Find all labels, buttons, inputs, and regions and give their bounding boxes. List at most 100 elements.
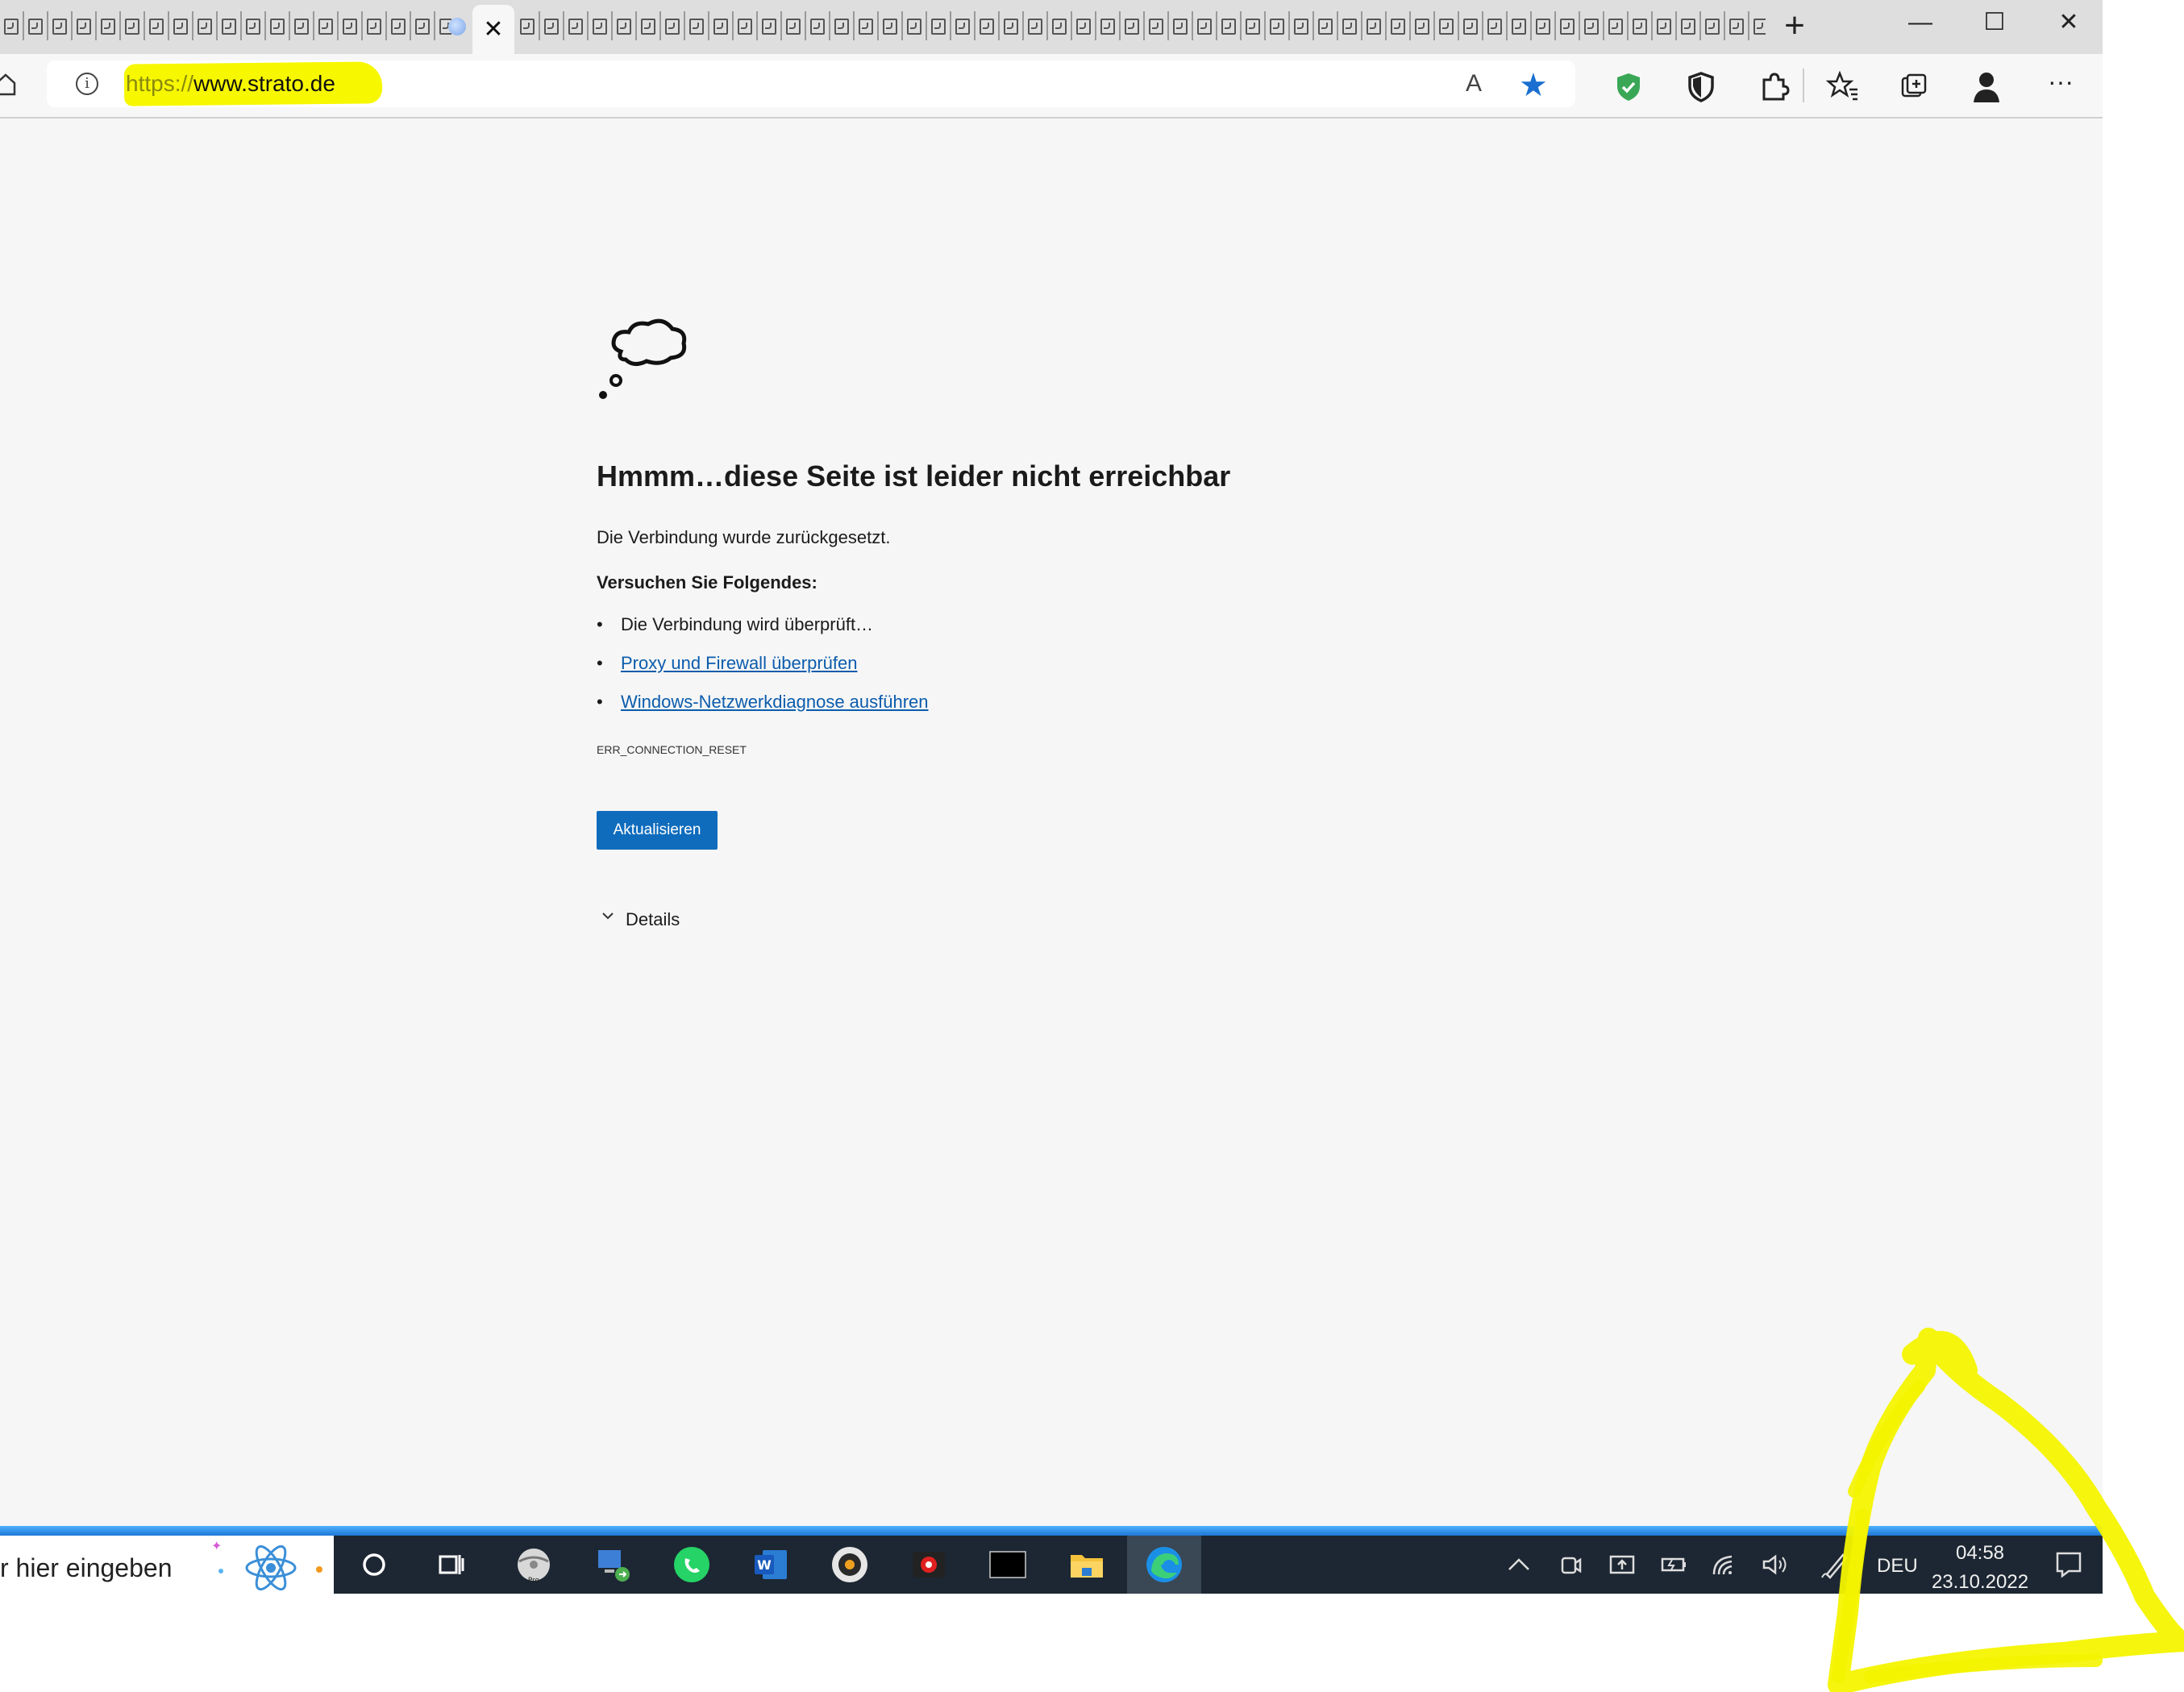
whatsapp-icon[interactable] [669, 1542, 714, 1587]
new-tab-button[interactable]: + [1777, 8, 1812, 44]
background-tab[interactable] [1387, 11, 1411, 40]
collections-icon[interactable] [1891, 64, 1936, 109]
volume-icon[interactable] [1758, 1547, 1793, 1582]
task-view-icon[interactable] [429, 1542, 474, 1587]
input-language[interactable]: DEU [1877, 1555, 1918, 1578]
cortana-icon[interactable] [352, 1542, 397, 1587]
background-tab[interactable] [193, 11, 218, 40]
proxy-firewall-link[interactable]: Proxy und Firewall überprüfen [621, 653, 857, 673]
background-tab[interactable] [1338, 11, 1362, 40]
background-tab[interactable] [0, 11, 24, 40]
background-tab[interactable] [97, 11, 121, 40]
background-tab[interactable] [1000, 11, 1024, 40]
background-tab[interactable] [806, 11, 830, 40]
background-tab[interactable] [1653, 11, 1677, 40]
background-tab[interactable] [24, 11, 48, 40]
background-tab[interactable] [1193, 11, 1217, 40]
extensions-icon[interactable] [1751, 64, 1796, 109]
background-tab[interactable] [145, 11, 169, 40]
background-tab[interactable] [1048, 11, 1072, 40]
background-tab[interactable] [1024, 11, 1048, 40]
shield-check-icon[interactable] [1606, 64, 1651, 109]
favorite-star-icon[interactable]: ★ [1519, 67, 1548, 104]
background-tab[interactable] [169, 11, 193, 40]
background-tab[interactable] [1242, 11, 1266, 40]
home-icon[interactable] [0, 72, 16, 96]
word-icon[interactable]: W [748, 1542, 793, 1587]
refresh-button[interactable]: Aktualisieren [597, 811, 718, 850]
terminal-icon[interactable] [985, 1542, 1030, 1587]
background-tab[interactable] [879, 11, 903, 40]
background-tab[interactable] [1701, 11, 1725, 40]
background-tab[interactable] [339, 11, 363, 40]
background-tab[interactable] [540, 11, 564, 40]
background-tab[interactable] [387, 11, 411, 40]
background-tab[interactable] [1411, 11, 1435, 40]
background-tab[interactable] [1532, 11, 1556, 40]
background-tab[interactable] [951, 11, 976, 40]
background-tab[interactable] [121, 11, 145, 40]
background-tab[interactable] [1629, 11, 1653, 40]
edge-icon[interactable] [1142, 1542, 1187, 1587]
background-tab[interactable] [1483, 11, 1508, 40]
background-tab[interactable] [1677, 11, 1701, 40]
clock-time[interactable]: 04:58 [1935, 1542, 2025, 1565]
background-tab[interactable] [218, 11, 242, 40]
background-tab[interactable] [242, 11, 266, 40]
background-tab[interactable] [903, 11, 927, 40]
background-tab[interactable] [1508, 11, 1532, 40]
background-tab[interactable] [1580, 11, 1604, 40]
camera-record-icon[interactable] [906, 1542, 951, 1587]
details-toggle[interactable]: Details [601, 909, 680, 930]
remote-desktop-icon[interactable] [590, 1542, 635, 1587]
network-diagnostics-link[interactable]: Windows-Netzwerkdiagnose ausführen [621, 692, 929, 712]
minimize-button[interactable]: — [1896, 3, 1945, 42]
background-tab[interactable] [685, 11, 709, 40]
background-tab[interactable] [976, 11, 1000, 40]
background-tab[interactable] [1556, 11, 1580, 40]
camera-icon[interactable] [1553, 1547, 1588, 1582]
battery-icon[interactable] [1656, 1547, 1691, 1582]
media-player-icon[interactable] [827, 1542, 872, 1587]
clock-date[interactable]: 23.10.2022 [1927, 1571, 2033, 1594]
url-text[interactable]: https://www.strato.de [126, 71, 335, 97]
taskbar-search-box[interactable]: r hier eingeben ✦ [0, 1536, 334, 1594]
background-tab[interactable] [637, 11, 661, 40]
background-tab[interactable] [758, 11, 782, 40]
background-tab[interactable] [1072, 11, 1096, 40]
read-aloud-icon[interactable]: A [1466, 70, 1482, 98]
background-tab[interactable] [564, 11, 589, 40]
window-close-button[interactable]: ✕ [2045, 3, 2093, 42]
background-tab[interactable] [1290, 11, 1314, 40]
wifi-icon[interactable] [1708, 1547, 1743, 1582]
background-tab[interactable] [266, 11, 290, 40]
background-tab[interactable] [1145, 11, 1169, 40]
background-tab[interactable] [589, 11, 613, 40]
background-tab[interactable] [1096, 11, 1121, 40]
background-tab[interactable] [709, 11, 734, 40]
background-tab[interactable] [1435, 11, 1459, 40]
background-tab[interactable] [855, 11, 879, 40]
pen-icon[interactable] [1817, 1547, 1853, 1582]
background-tab[interactable] [48, 11, 73, 40]
maximize-button[interactable]: ☐ [1970, 3, 2019, 42]
background-tab[interactable] [1217, 11, 1242, 40]
disk-pro-icon[interactable]: Pro [511, 1542, 556, 1587]
background-tab[interactable] [411, 11, 435, 40]
file-explorer-icon[interactable] [1064, 1542, 1109, 1587]
profile-icon[interactable] [1964, 64, 2009, 109]
background-tab[interactable] [1362, 11, 1387, 40]
background-tab[interactable] [734, 11, 758, 40]
background-tab[interactable] [1314, 11, 1338, 40]
active-tab[interactable]: ✕ [472, 5, 514, 54]
upload-icon[interactable] [1604, 1547, 1640, 1582]
site-info-icon[interactable]: i [76, 73, 98, 95]
chevron-up-icon[interactable] [1501, 1547, 1537, 1582]
background-tab[interactable] [782, 11, 806, 40]
background-tab[interactable] [1121, 11, 1145, 40]
background-tab[interactable] [927, 11, 951, 40]
background-tab[interactable] [1749, 11, 1766, 40]
address-bar[interactable]: i https://www.strato.de A ★ [47, 60, 1575, 107]
background-tab[interactable] [1725, 11, 1749, 40]
loading-globe-icon[interactable] [448, 18, 466, 35]
